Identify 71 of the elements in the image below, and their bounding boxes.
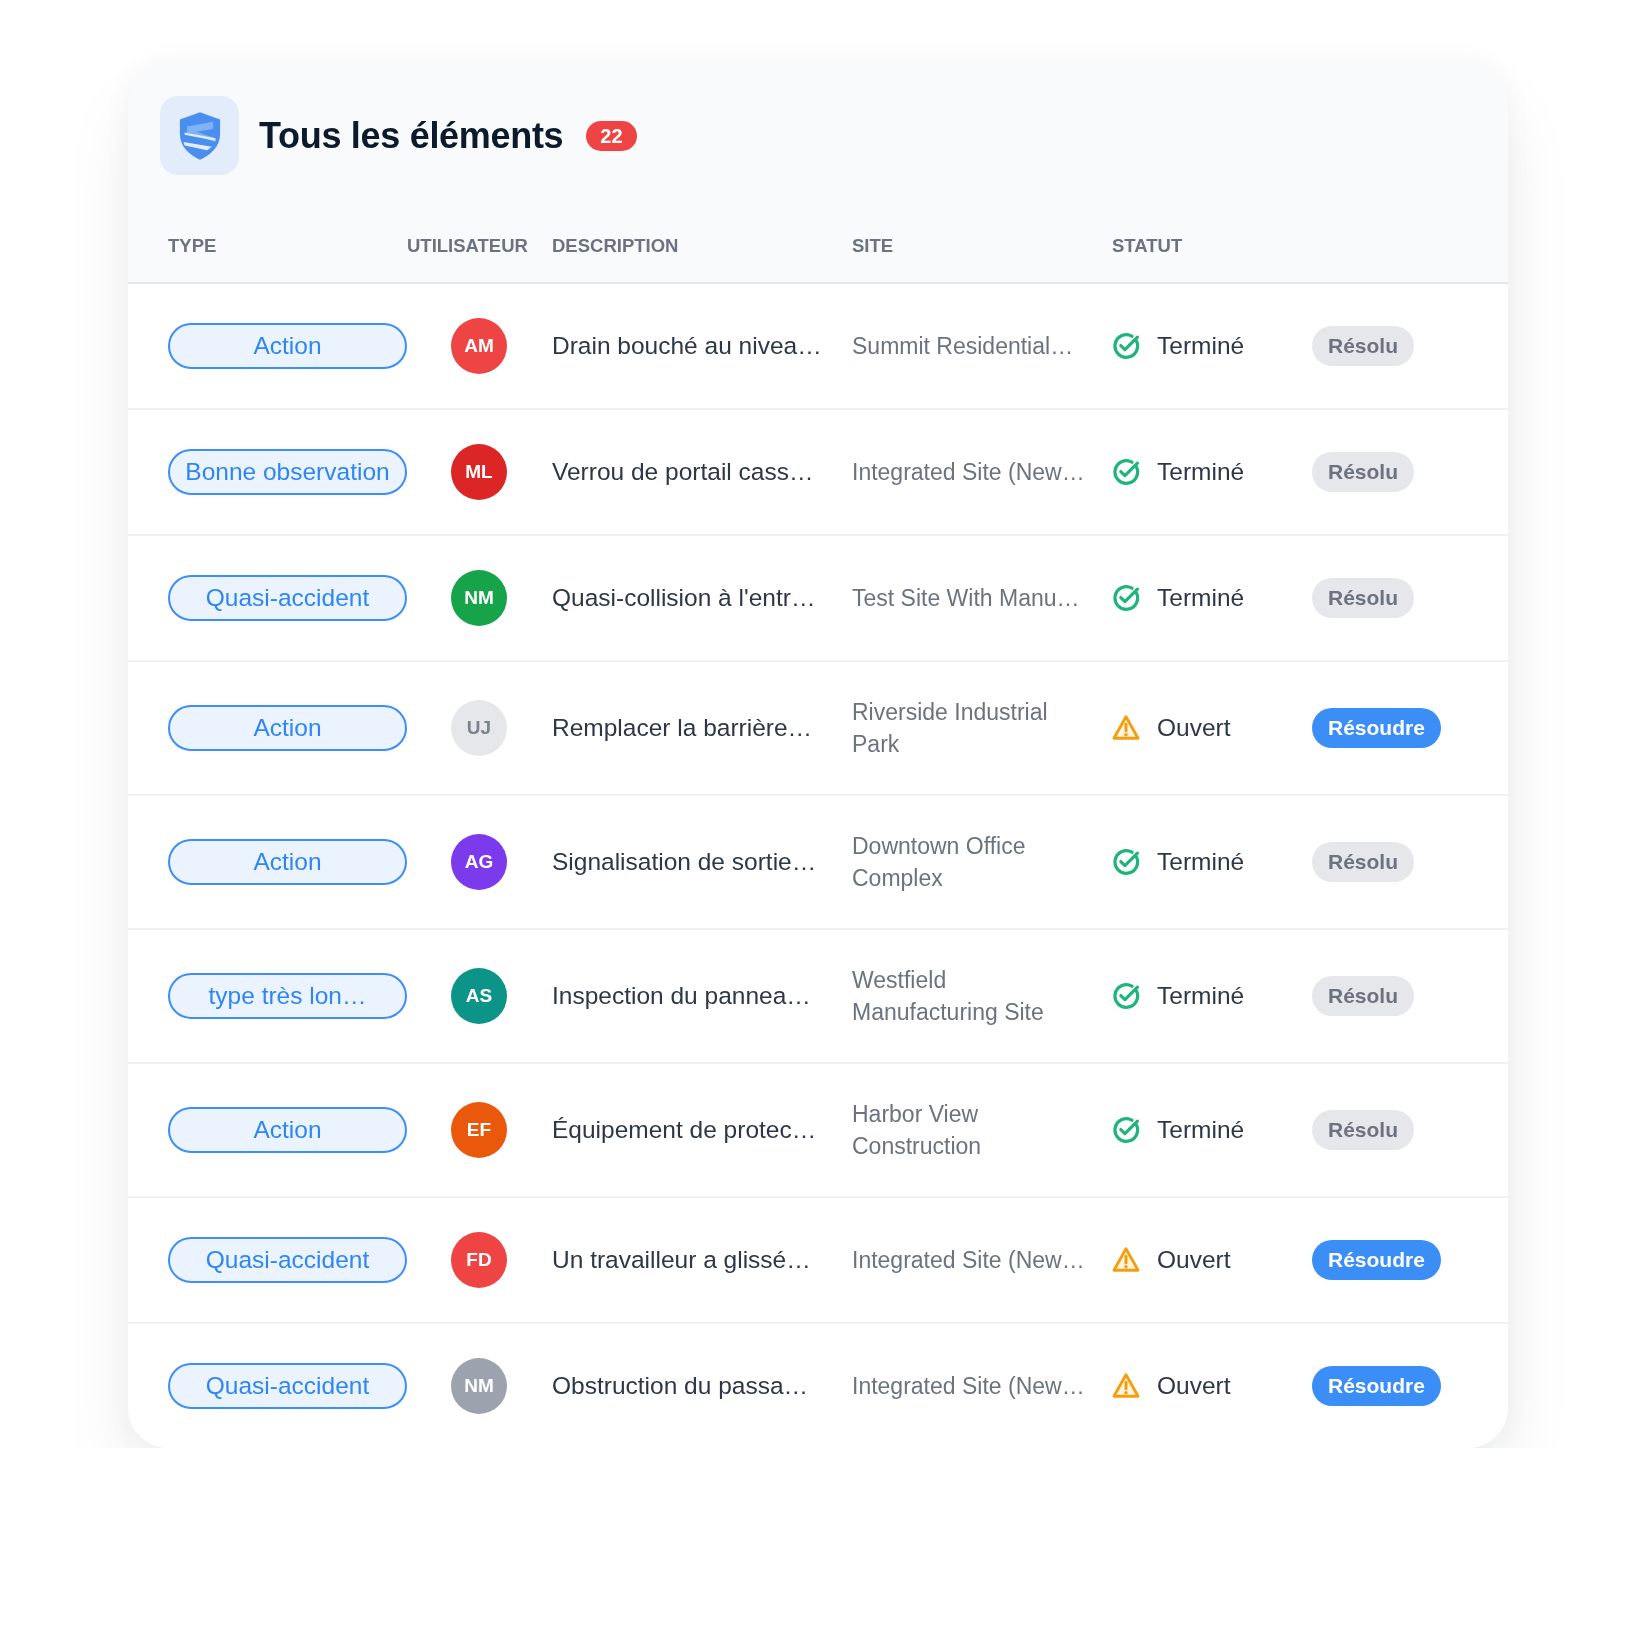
check-circle-icon: [1112, 848, 1140, 876]
description-text: Remplacer la barrière…: [552, 713, 813, 741]
status-label: Terminé: [1157, 582, 1245, 613]
resolved-tag: Résolu: [1312, 842, 1414, 882]
count-badge: 22: [586, 120, 637, 151]
description-text: Signalisation de sortie…: [552, 847, 817, 875]
type-tag: Action: [168, 323, 407, 369]
status-label: Ouvert: [1157, 1370, 1231, 1401]
warning-icon: [1112, 1246, 1140, 1274]
user-avatar: FD: [451, 1232, 507, 1288]
description-text: Inspection du pannea…: [552, 981, 811, 1009]
shield-logo-icon: [160, 96, 239, 175]
status-label: Terminé: [1157, 456, 1245, 487]
type-tag: type très lon…: [168, 973, 407, 1019]
type-tag: Action: [168, 1107, 407, 1153]
check-circle-icon: [1112, 458, 1140, 486]
type-tag: Quasi-accident: [168, 1237, 407, 1283]
resolve-button[interactable]: Résoudre: [1312, 708, 1441, 748]
site-text: Summit Residential…: [852, 332, 1075, 361]
status-label: Terminé: [1157, 846, 1245, 877]
resolved-tag: Résolu: [1312, 578, 1414, 618]
check-circle-icon: [1112, 1116, 1140, 1144]
check-circle-icon: [1112, 332, 1140, 360]
type-tag: Action: [168, 705, 407, 751]
description-text: Obstruction du passa…: [552, 1371, 809, 1399]
check-circle-icon: [1112, 584, 1140, 612]
user-avatar: AM: [451, 318, 507, 374]
type-tag: Quasi-accident: [168, 575, 407, 621]
resolved-tag: Résolu: [1312, 1110, 1414, 1150]
user-avatar: UJ: [451, 700, 507, 756]
description-text: Un travailleur a glissé…: [552, 1245, 811, 1273]
type-tag: Bonne observation: [168, 449, 407, 495]
warning-icon: [1112, 1372, 1140, 1400]
user-avatar: AS: [451, 968, 507, 1024]
status-label: Terminé: [1157, 1114, 1245, 1145]
user-avatar: AG: [451, 834, 507, 890]
site-text: Test Site With Manu…: [852, 584, 1081, 613]
column-header: STATUT: [1112, 234, 1184, 258]
description-text: Équipement de protec…: [552, 1115, 817, 1143]
status-label: Terminé: [1157, 330, 1245, 361]
column-header: SITE: [852, 234, 895, 258]
status-label: Terminé: [1157, 980, 1245, 1011]
resolved-tag: Résolu: [1312, 326, 1414, 366]
user-avatar: ML: [451, 444, 507, 500]
column-header: DESCRIPTION: [552, 234, 680, 258]
site-text: Westfield Manufacturing Site: [852, 966, 1045, 1027]
resolved-tag: Résolu: [1312, 976, 1414, 1016]
page-title: Tous les éléments: [259, 113, 564, 158]
site-text: Integrated Site (New…: [852, 458, 1086, 487]
user-avatar: NM: [451, 570, 507, 626]
site-text: Riverside Industrial Park: [852, 698, 1049, 759]
resolve-button[interactable]: Résoudre: [1312, 1366, 1441, 1406]
status-label: Ouvert: [1157, 712, 1231, 743]
column-header: TYPE: [168, 234, 218, 258]
description-text: Drain bouché au nivea…: [552, 331, 822, 359]
type-tag: Action: [168, 839, 407, 885]
user-avatar: NM: [451, 1358, 507, 1414]
type-tag: Quasi-accident: [168, 1363, 407, 1409]
user-avatar: EF: [451, 1102, 507, 1158]
description-text: Quasi-collision à l'entr…: [552, 583, 816, 611]
status-label: Ouvert: [1157, 1244, 1231, 1275]
description-text: Verrou de portail cass…: [552, 457, 814, 485]
column-header: UTILISATEUR: [407, 234, 529, 258]
site-text: Downtown Office Complex: [852, 832, 1027, 893]
resolved-tag: Résolu: [1312, 452, 1414, 492]
warning-icon: [1112, 714, 1140, 742]
site-text: Integrated Site (New…: [852, 1246, 1086, 1275]
site-text: Harbor View Construction: [852, 1100, 983, 1161]
site-text: Integrated Site (New…: [852, 1372, 1086, 1401]
check-circle-icon: [1112, 982, 1140, 1010]
resolve-button[interactable]: Résoudre: [1312, 1240, 1441, 1280]
